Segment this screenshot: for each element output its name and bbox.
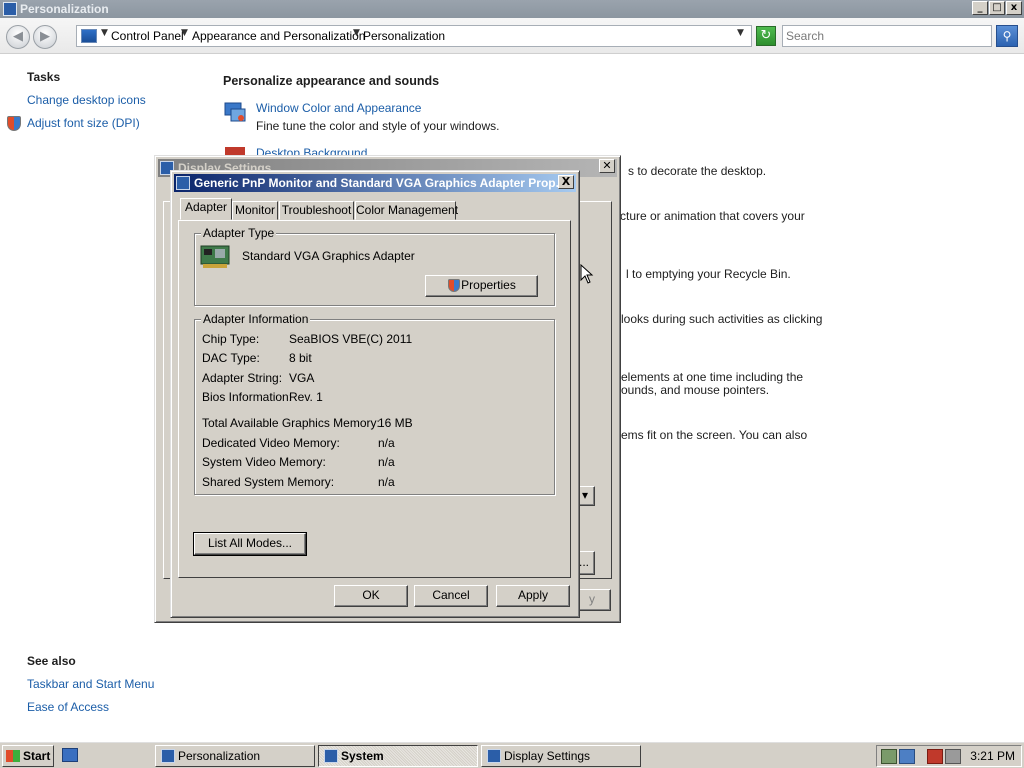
- uac-shield-icon: [448, 279, 460, 292]
- minimize-button[interactable]: _: [972, 1, 988, 15]
- display-icon: [487, 749, 501, 763]
- chevron-down-icon[interactable]: ▼: [101, 28, 108, 38]
- total-graphics-memory-value: 16 MB: [378, 416, 413, 430]
- taskbar-item-label: Personalization: [178, 749, 261, 763]
- window-color-icon: [224, 102, 246, 122]
- bios-information-value: Rev. 1: [289, 390, 323, 404]
- clock[interactable]: 3:21 PM: [970, 749, 1015, 763]
- properties-button-label: Properties: [461, 278, 516, 292]
- system-icon: [324, 749, 338, 763]
- control-panel-icon: [161, 749, 175, 763]
- adapter-string-label: Adapter String:: [202, 371, 283, 385]
- chevron-down-icon[interactable]: ▼: [353, 28, 360, 38]
- taskbar-item-personalization[interactable]: Personalization: [155, 745, 315, 767]
- tab-monitor[interactable]: Monitor: [232, 201, 278, 220]
- adapter-string-value: VGA: [289, 371, 315, 385]
- address-dropdown-icon[interactable]: ▼: [737, 28, 744, 38]
- breadcrumb-personalization[interactable]: Personalization: [363, 29, 445, 43]
- system-video-memory-value: n/a: [378, 455, 395, 469]
- start-button[interactable]: Start: [2, 745, 54, 767]
- uac-shield-icon: [7, 116, 21, 131]
- forward-button[interactable]: ▶: [33, 25, 57, 49]
- search-input[interactable]: Search: [782, 25, 992, 47]
- tasks-heading: Tasks: [27, 70, 61, 84]
- taskbar: Start Personalization System Display Set…: [0, 741, 1024, 768]
- navigation-bar: ◀ ▶ ▼ Control Panel ▼ Appearance and Per…: [0, 18, 1024, 54]
- volume-muted-icon[interactable]: [945, 749, 961, 764]
- adjust-font-size-link[interactable]: Adjust font size (DPI): [27, 116, 140, 130]
- monitor-icon: [176, 176, 190, 190]
- taskbar-item-display-settings[interactable]: Display Settings: [481, 745, 641, 767]
- mouse-cursor-icon: [580, 264, 594, 284]
- dedicated-video-memory-label: Dedicated Video Memory:: [202, 436, 340, 450]
- shared-system-memory-value: n/a: [378, 475, 395, 489]
- control-panel-icon: [3, 2, 17, 16]
- chevron-down-icon[interactable]: ▼: [181, 28, 188, 38]
- refresh-button[interactable]: ↻: [756, 26, 776, 46]
- adapter-properties-button[interactable]: Properties: [425, 275, 538, 297]
- sounds-description: l to emptying your Recycle Bin.: [626, 267, 791, 281]
- search-button[interactable]: ⚲: [996, 25, 1018, 47]
- dedicated-video-memory-value: n/a: [378, 436, 395, 450]
- network-icon[interactable]: [881, 749, 897, 764]
- dac-type-label: DAC Type:: [202, 351, 260, 365]
- dac-type-value: 8 bit: [289, 351, 312, 365]
- taskbar-start-menu-link[interactable]: Taskbar and Start Menu: [27, 677, 154, 691]
- chip-type-value: SeaBIOS VBE(C) 2011: [289, 332, 413, 346]
- shared-system-memory-label: Shared System Memory:: [202, 475, 335, 489]
- chip-type-label: Chip Type:: [202, 332, 260, 346]
- adapter-type-label: Adapter Type: [201, 226, 277, 240]
- control-panel-icon: [81, 29, 97, 43]
- total-graphics-memory-label: Total Available Graphics Memory:: [202, 416, 380, 430]
- desktop-background-description: s to decorate the desktop.: [628, 164, 767, 178]
- graphics-card-icon: [200, 245, 230, 268]
- taskbar-item-label: Display Settings: [504, 749, 591, 763]
- theme-description-line2: ounds, and mouse pointers.: [621, 383, 770, 397]
- breadcrumb-control-panel[interactable]: Control Panel: [111, 29, 184, 43]
- apply-button[interactable]: Apply: [496, 585, 570, 607]
- ease-of-access-link[interactable]: Ease of Access: [27, 700, 109, 714]
- see-also-heading: See also: [27, 654, 76, 668]
- window-title-bar[interactable]: Personalization: [0, 0, 1024, 18]
- window-color-description: Fine tune the color and style of your wi…: [256, 119, 500, 133]
- action-center-icon[interactable]: [899, 749, 915, 764]
- adapter-properties-close-button[interactable]: X: [558, 175, 574, 189]
- show-desktop-icon[interactable]: [62, 748, 78, 762]
- maximize-button[interactable]: □: [989, 1, 1005, 15]
- theme-description-line1: elements at one time including the: [621, 370, 804, 384]
- tab-troubleshoot[interactable]: Troubleshoot: [279, 201, 354, 220]
- window-title: Personalization: [20, 2, 109, 16]
- system-tray: 3:21 PM: [876, 745, 1022, 767]
- adapter-type-value: Standard VGA Graphics Adapter: [242, 249, 415, 263]
- window-color-appearance-link[interactable]: Window Color and Appearance: [256, 101, 421, 115]
- adapter-properties-title-bar[interactable]: Generic PnP Monitor and Standard VGA Gra…: [174, 174, 576, 192]
- start-label: Start: [23, 749, 51, 763]
- address-bar[interactable]: ▼ Control Panel ▼ Appearance and Persona…: [76, 25, 752, 47]
- list-all-modes-button[interactable]: List All Modes...: [193, 532, 307, 556]
- bios-information-label: Bios Information:: [202, 390, 293, 404]
- tab-color-management[interactable]: Color Management: [355, 201, 458, 220]
- adapter-information-label: Adapter Information: [201, 312, 311, 326]
- adapter-properties-title: Generic PnP Monitor and Standard VGA Gra…: [194, 176, 566, 190]
- windows-logo-icon: [6, 750, 20, 762]
- close-button[interactable]: x: [1006, 1, 1022, 15]
- network-disconnected-icon[interactable]: [927, 749, 943, 764]
- taskbar-item-system[interactable]: System: [318, 745, 478, 767]
- ok-button[interactable]: OK: [334, 585, 408, 607]
- change-desktop-icons-link[interactable]: Change desktop icons: [27, 93, 146, 107]
- system-video-memory-label: System Video Memory:: [202, 455, 326, 469]
- display-settings-close-button[interactable]: ✕: [599, 159, 615, 173]
- taskbar-item-label: System: [341, 749, 384, 763]
- breadcrumb-appearance[interactable]: Appearance and Personalization: [192, 29, 365, 43]
- mouse-pointers-description: looks during such activities as clicking: [621, 312, 823, 326]
- page-title: Personalize appearance and sounds: [223, 74, 440, 88]
- tab-adapter[interactable]: Adapter: [180, 198, 232, 220]
- display-settings-description: ems fit on the screen. You can also: [621, 428, 808, 442]
- back-button[interactable]: ◀: [6, 25, 30, 49]
- screen-saver-description: cture or animation that covers your: [620, 209, 805, 223]
- cancel-button[interactable]: Cancel: [414, 585, 488, 607]
